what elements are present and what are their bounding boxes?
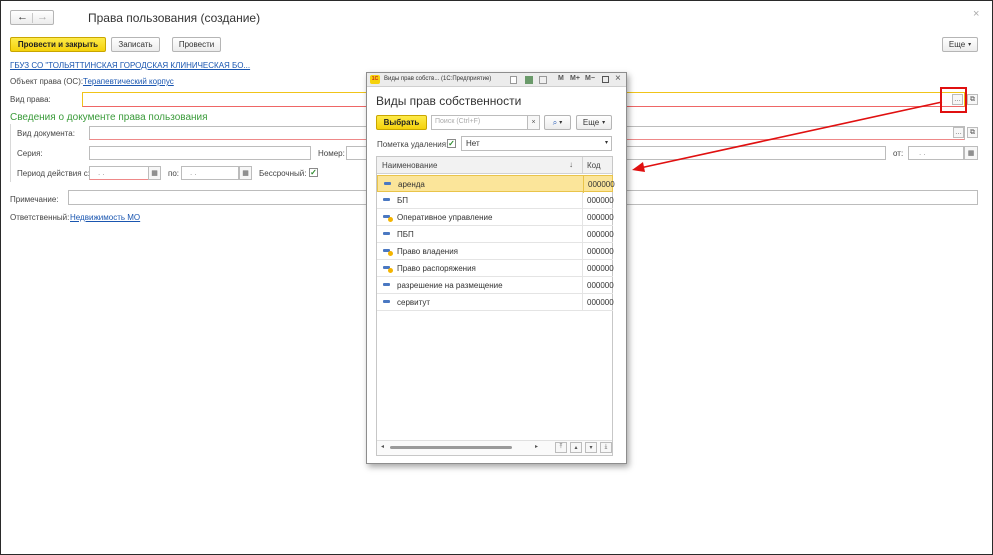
dialog-window-title: Виды прав собств... (1С:Предприятие) xyxy=(384,76,492,82)
table-row[interactable]: разрешение на размещение 000000 xyxy=(377,277,614,294)
deletion-mark-select[interactable]: Нет ▾ xyxy=(461,136,612,151)
sort-arrow-icon: ↓ xyxy=(569,160,573,169)
predefined-badge-icon xyxy=(388,251,393,256)
prev-page-icon[interactable]: ▴ xyxy=(570,442,582,453)
doc-icon[interactable] xyxy=(510,76,517,84)
search-icon: ⌕ xyxy=(552,117,558,127)
horizontal-scrollbar[interactable] xyxy=(390,446,512,449)
catalog-item-icon xyxy=(383,283,390,286)
last-page-icon[interactable]: ⤓ xyxy=(600,442,612,453)
table-row[interactable]: БП 000000 xyxy=(377,192,614,209)
scroll-right-icon[interactable]: ▸ xyxy=(535,443,538,450)
dialog-more-label: Еще xyxy=(582,118,600,127)
deletion-mark-checkbox[interactable]: ✓ xyxy=(447,139,456,148)
catalog-item-icon xyxy=(383,300,390,303)
table-row[interactable]: аренда 000000 xyxy=(377,175,615,193)
row-name: аренда xyxy=(398,180,425,189)
next-page-icon[interactable]: ▾ xyxy=(585,442,597,453)
memory-plus-button[interactable]: M+ xyxy=(570,75,580,82)
predefined-badge-icon xyxy=(388,268,393,273)
table-row[interactable]: Право распоряжения 000000 xyxy=(377,260,614,277)
dialog-close-icon[interactable]: × xyxy=(615,73,621,84)
catalog-item-icon xyxy=(383,198,390,201)
search-chevron-icon: ▾ xyxy=(559,120,563,126)
predefined-badge-icon xyxy=(388,217,393,222)
select-button[interactable]: Выбрать xyxy=(376,115,427,130)
deletion-mark-chevron-icon: ▾ xyxy=(604,140,608,146)
table-row[interactable]: Оперативное управление 000000 xyxy=(377,209,614,226)
row-name: сервитут xyxy=(397,298,431,307)
row-name: разрешение на размещение xyxy=(397,281,503,290)
arrow-line xyxy=(639,101,943,169)
dialog-titlebar: 1С Виды прав собств... (1С:Предприятие) … xyxy=(367,73,626,87)
scroll-left-icon[interactable]: ◂ xyxy=(381,443,384,450)
dialog-more-button[interactable]: Еще ▾ xyxy=(576,115,612,130)
table-row[interactable]: сервитут 000000 xyxy=(377,294,614,311)
search-placeholder: Поиск (Ctrl+F) xyxy=(435,118,481,125)
row-name: Оперативное управление xyxy=(397,213,493,222)
row-code: 000000 xyxy=(588,180,615,189)
row-code: 000000 xyxy=(587,196,614,205)
deletion-mark-value: Нет xyxy=(466,139,480,148)
deletion-mark-label: Пометка удаления: xyxy=(377,140,449,149)
catalog-item-icon xyxy=(384,182,391,185)
row-code: 000000 xyxy=(587,264,614,273)
column-name-header[interactable]: Наименование xyxy=(382,161,437,170)
dialog-search-input[interactable]: Поиск (Ctrl+F) xyxy=(431,115,528,130)
table-header: Наименование ↓ Код xyxy=(377,157,612,174)
row-name: Право распоряжения xyxy=(397,264,476,273)
row-code: 000000 xyxy=(587,281,614,290)
maximize-icon[interactable] xyxy=(602,76,609,83)
row-code: 000000 xyxy=(587,298,614,307)
app-logo-icon: 1С xyxy=(370,75,380,84)
column-code-header[interactable]: Код xyxy=(587,161,601,170)
row-name: БП xyxy=(397,196,408,205)
arrow-head xyxy=(632,162,645,172)
calc-icon[interactable] xyxy=(525,76,533,84)
memory-minus-button[interactable]: M− xyxy=(585,75,595,82)
memory-button[interactable]: M xyxy=(558,75,564,82)
row-name: Право владения xyxy=(397,247,458,256)
dialog-heading: Виды прав собственности xyxy=(376,94,522,108)
row-name: ПБП xyxy=(397,230,414,239)
clear-search-icon[interactable]: × xyxy=(527,115,540,130)
catalog-item-icon xyxy=(383,232,390,235)
row-code: 000000 xyxy=(587,247,614,256)
table-row[interactable]: ПБП 000000 xyxy=(377,226,614,243)
search-button[interactable]: ⌕ ▾ xyxy=(544,115,571,130)
calendar-small-icon[interactable] xyxy=(539,76,547,84)
row-code: 000000 xyxy=(587,213,614,222)
row-code: 000000 xyxy=(587,230,614,239)
first-page-icon[interactable]: ⤒ xyxy=(555,442,567,453)
table-row[interactable]: Право владения 000000 xyxy=(377,243,614,260)
dialog-more-chevron-icon: ▾ xyxy=(602,120,606,126)
